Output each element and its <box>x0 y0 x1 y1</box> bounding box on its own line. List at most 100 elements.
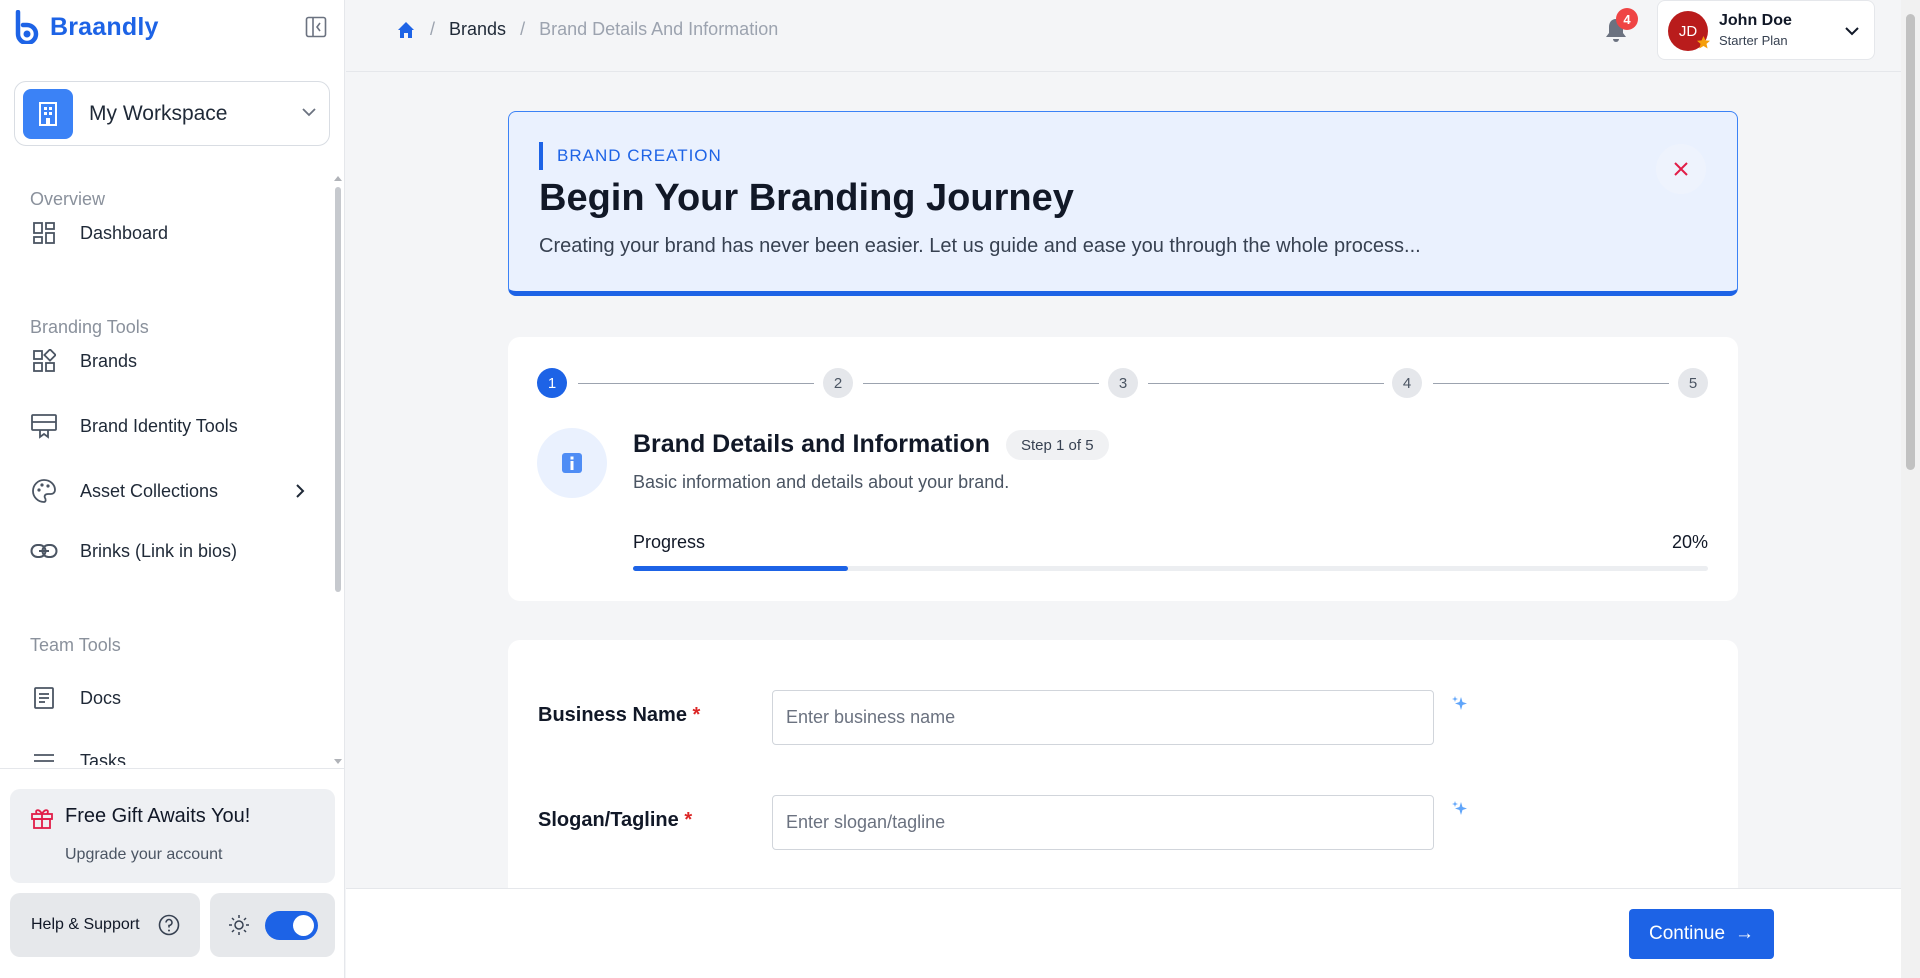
docs-icon <box>30 684 58 712</box>
business-name-label-text: Business Name <box>538 704 687 726</box>
sidebar-item-docs[interactable]: Docs <box>30 678 310 718</box>
step-1[interactable]: 1 <box>537 368 567 398</box>
chevron-down-icon <box>1845 27 1859 36</box>
step-5[interactable]: 5 <box>1678 368 1708 398</box>
step-title: Brand Details and Information <box>633 430 990 458</box>
sidebar-scrollbar[interactable] <box>334 175 342 765</box>
theme-switcher <box>210 893 335 957</box>
breadcrumb-brands[interactable]: Brands <box>449 19 506 40</box>
close-icon <box>1674 162 1688 176</box>
nav-section-branding-tools: Branding Tools <box>30 317 149 337</box>
theme-toggle[interactable] <box>265 911 318 940</box>
required-mark: * <box>692 704 701 726</box>
sidebar-item-asset-collections[interactable]: Asset Collections <box>30 471 310 511</box>
home-icon[interactable] <box>396 20 416 40</box>
toggle-knob <box>293 915 314 936</box>
gift-icon <box>31 809 53 829</box>
sidebar-item-brand-identity-tools[interactable]: Brand Identity Tools <box>30 406 310 446</box>
progress-fill <box>633 566 848 571</box>
slogan-label-text: Slogan/Tagline <box>538 809 679 831</box>
business-name-label: Business Name * <box>538 704 700 727</box>
nav-section-team-tools: Team Tools <box>30 635 121 655</box>
progress-label: Progress <box>633 532 706 552</box>
star-icon <box>1697 36 1710 49</box>
topbar: / Brands / Brand Details And Information… <box>346 0 1901 72</box>
app-logo[interactable]: Braandly <box>14 10 159 44</box>
sidebar-item-label: Docs <box>80 687 122 708</box>
upgrade-title: Free Gift Awaits You! <box>65 805 251 827</box>
upgrade-subtitle: Upgrade your account <box>65 846 223 863</box>
brands-icon <box>30 347 58 375</box>
sidebar-divider <box>0 768 345 769</box>
ai-sparkle-icon[interactable] <box>1451 695 1469 713</box>
banner-description: Creating your brand has never been easie… <box>539 235 1421 257</box>
sidebar-item-brinks[interactable]: Brinks (Link in bios) <box>30 531 310 571</box>
workspace-selector[interactable]: My Workspace <box>14 81 330 146</box>
footer-actions: Continue → <box>346 888 1901 978</box>
app-name: Braandly <box>50 12 159 41</box>
step-3[interactable]: 3 <box>1108 368 1138 398</box>
help-support-label: Help & Support <box>31 916 140 933</box>
help-support-button[interactable]: Help & Support <box>10 893 200 957</box>
breadcrumb-separator: / <box>430 19 436 39</box>
upgrade-card[interactable]: Free Gift Awaits You! Upgrade your accou… <box>10 789 335 883</box>
business-name-input[interactable] <box>772 690 1434 745</box>
step-description: Basic information and details about your… <box>633 472 1010 492</box>
step-connector <box>1148 383 1384 384</box>
step-count-badge: Step 1 of 5 <box>1006 430 1109 460</box>
sidebar-item-label: Brinks (Link in bios) <box>80 540 238 561</box>
sidebar-item-label: Tasks <box>80 750 127 766</box>
info-icon <box>537 428 607 498</box>
close-button[interactable] <box>1656 144 1706 194</box>
ai-sparkle-icon[interactable] <box>1451 800 1469 818</box>
step-connector <box>863 383 1099 384</box>
nav-section-overview: Overview <box>30 189 106 209</box>
step-4[interactable]: 4 <box>1392 368 1422 398</box>
page-scrollbar[interactable] <box>1901 0 1920 978</box>
slogan-label: Slogan/Tagline * <box>538 809 692 832</box>
required-mark: * <box>684 809 693 831</box>
sun-icon <box>229 915 249 935</box>
sidebar-nav: Overview Dashboard Branding Tools Brands… <box>0 175 345 765</box>
stepper-card: 1 2 3 4 5 Brand Details and Information … <box>508 337 1738 601</box>
arrow-right-icon: → <box>1735 923 1755 944</box>
continue-button[interactable]: Continue → <box>1629 909 1774 959</box>
identity-icon <box>30 412 58 440</box>
collapse-sidebar-icon[interactable] <box>305 16 329 40</box>
breadcrumb: / Brands / Brand Details And Information <box>396 19 778 40</box>
tasks-icon <box>30 747 58 765</box>
link-icon <box>30 537 58 565</box>
user-menu[interactable]: JD John Doe Starter Plan <box>1657 0 1875 60</box>
chevron-right-icon <box>296 484 305 498</box>
user-plan: Starter Plan <box>1719 33 1788 48</box>
sidebar-scrollbar-thumb[interactable] <box>335 187 341 592</box>
brand-details-form: Business Name * Slogan/Tagline * <box>508 640 1738 900</box>
page-title: Begin Your Branding Journey <box>539 177 1074 219</box>
sidebar-item-brands[interactable]: Brands <box>30 341 310 381</box>
breadcrumb-current: Brand Details And Information <box>539 19 779 39</box>
scroll-down-icon[interactable] <box>334 759 342 765</box>
page-scrollbar-thumb[interactable] <box>1906 14 1915 470</box>
notification-badge: 4 <box>1616 8 1638 30</box>
sidebar-item-tasks[interactable]: Tasks <box>30 741 310 765</box>
palette-icon <box>30 477 58 505</box>
step-2[interactable]: 2 <box>823 368 853 398</box>
sidebar-item-label: Asset Collections <box>80 480 219 501</box>
brand-creation-banner: BRAND CREATION Begin Your Branding Journ… <box>508 111 1738 296</box>
progress-value: 20% <box>1671 532 1708 552</box>
dashboard-icon <box>30 219 58 247</box>
slogan-input[interactable] <box>772 795 1434 850</box>
progress-bar <box>633 566 1708 571</box>
step-connector <box>1433 383 1669 384</box>
braandly-logo-icon <box>15 10 39 44</box>
chevron-down-icon <box>302 108 316 117</box>
scroll-up-icon[interactable] <box>334 175 342 181</box>
banner-tag: BRAND CREATION <box>539 142 722 170</box>
building-icon <box>23 88 73 139</box>
sidebar-item-label: Dashboard <box>80 222 169 243</box>
workspace-name: My Workspace <box>89 101 228 125</box>
sidebar-item-dashboard[interactable]: Dashboard <box>30 213 310 253</box>
question-icon <box>158 914 180 936</box>
user-name: John Doe <box>1719 12 1792 29</box>
breadcrumb-separator: / <box>520 19 526 39</box>
